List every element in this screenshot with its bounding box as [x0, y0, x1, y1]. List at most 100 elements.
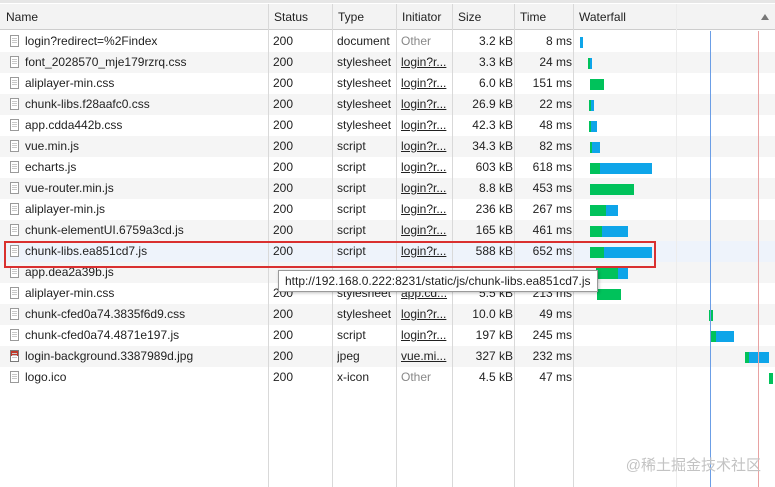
table-row[interactable]: vue-router.min.js 200 script login?r... 8.8 … — [0, 178, 775, 199]
request-initiator[interactable]: vue.mi... — [401, 346, 451, 367]
request-type: stylesheet — [337, 55, 392, 69]
column-header-type[interactable]: Type — [332, 4, 396, 30]
request-initiator[interactable]: login?r... — [401, 325, 451, 346]
file-icon — [10, 119, 19, 131]
waterfall-bar-waiting — [769, 373, 773, 384]
file-icon — [10, 371, 19, 383]
request-time: 232 ms — [532, 349, 572, 363]
table-row[interactable]: chunk-cfed0a74.4871e197.js 200 script login… — [0, 325, 775, 346]
table-row[interactable]: logo.ico 200 x-icon Other 4.5 kB 47 ms — [0, 367, 775, 388]
request-initiator[interactable]: login?r... — [401, 304, 451, 325]
request-name[interactable]: login-background.3387989d.jpg — [25, 346, 268, 367]
column-header-status[interactable]: Status — [268, 4, 332, 30]
request-type: script — [337, 202, 366, 216]
request-name[interactable]: chunk-elementUI.6759a3cd.js — [25, 220, 268, 241]
request-name[interactable]: chunk-cfed0a74.4871e197.js — [25, 325, 268, 346]
request-size: 26.9 kB — [472, 97, 513, 111]
file-icon — [10, 77, 19, 89]
waterfall-bar-download — [580, 37, 583, 48]
request-initiator[interactable]: login?r... — [401, 157, 451, 178]
waterfall-bar-download — [591, 100, 594, 111]
request-name[interactable]: vue.min.js — [25, 136, 268, 157]
request-name[interactable]: chunk-libs.f28aafc0.css — [25, 94, 268, 115]
request-size: 236 kB — [475, 202, 513, 216]
waterfall-bar-download — [716, 331, 734, 342]
sort-triangle-icon[interactable] — [761, 14, 769, 20]
column-header-initiator[interactable]: Initiator — [396, 4, 452, 30]
file-icon — [10, 308, 19, 320]
table-row[interactable]: chunk-elementUI.6759a3cd.js 200 script logi… — [0, 220, 775, 241]
column-header-time[interactable]: Time — [514, 4, 575, 30]
request-initiator[interactable]: login?r... — [401, 220, 451, 241]
request-size: 197 kB — [475, 328, 513, 342]
request-status: 200 — [273, 202, 294, 216]
table-row[interactable]: login?redirect=%2Findex 200 document Other 3… — [0, 31, 775, 52]
request-size: 3.3 kB — [478, 55, 513, 69]
request-status: 200 — [273, 34, 294, 48]
waterfall-gridline — [676, 4, 677, 487]
waterfall-bar-download — [606, 205, 618, 216]
file-icon — [10, 140, 19, 152]
request-type: x-icon — [337, 370, 370, 384]
column-header-name[interactable]: Name — [0, 4, 268, 30]
highlight-box — [4, 241, 656, 268]
request-initiator[interactable]: login?r... — [401, 136, 451, 157]
table-row[interactable]: chunk-libs.f28aafc0.css 200 stylesheet logi… — [0, 94, 775, 115]
waterfall-bar-download — [600, 163, 652, 174]
column-header-size[interactable]: Size — [452, 4, 513, 30]
request-initiator: Other — [401, 34, 432, 48]
request-initiator[interactable]: login?r... — [401, 94, 451, 115]
request-type: script — [337, 139, 366, 153]
column-header-waterfall[interactable]: Waterfall — [573, 4, 775, 30]
table-row[interactable]: vue.min.js 200 script login?r... 34.3 kB 82 m… — [0, 136, 775, 157]
file-icon — [10, 98, 19, 110]
waterfall-bar-waiting — [590, 163, 600, 174]
request-time: 82 ms — [539, 139, 572, 153]
file-icon — [10, 203, 19, 215]
request-status: 200 — [273, 76, 294, 90]
table-row[interactable]: login-background.3387989d.jpg 200 jpeg vue.… — [0, 346, 775, 367]
file-icon — [10, 287, 19, 299]
request-name[interactable]: font_2028570_mje179rzrq.css — [25, 52, 268, 73]
table-row[interactable]: echarts.js 200 script login?r... 603 kB 618 m… — [0, 157, 775, 178]
domcontentloaded-line — [710, 31, 711, 487]
waterfall-bar-download — [602, 226, 628, 237]
request-type: script — [337, 328, 366, 342]
request-size: 327 kB — [475, 349, 513, 363]
request-size: 6.0 kB — [478, 76, 513, 90]
table-row[interactable]: aliplayer-min.css 200 stylesheet login?r...… — [0, 73, 775, 94]
request-name[interactable]: chunk-cfed0a74.3835f6d9.css — [25, 304, 268, 325]
table-row[interactable]: font_2028570_mje179rzrq.css 200 stylesheet… — [0, 52, 775, 73]
request-status: 200 — [273, 55, 294, 69]
file-icon — [10, 224, 19, 236]
request-type: stylesheet — [337, 307, 392, 321]
table-row[interactable]: chunk-cfed0a74.3835f6d9.css 200 stylesheet… — [0, 304, 775, 325]
request-size: 10.0 kB — [472, 307, 513, 321]
request-initiator[interactable]: login?r... — [401, 52, 451, 73]
table-row[interactable]: aliplayer-min.js 200 script login?r... 236 k… — [0, 199, 775, 220]
waterfall-bar-download — [749, 352, 769, 363]
request-initiator[interactable]: login?r... — [401, 199, 451, 220]
request-time: 47 ms — [539, 370, 572, 384]
request-initiator[interactable]: login?r... — [401, 178, 451, 199]
waterfall-bar-waiting — [597, 289, 621, 300]
request-name[interactable]: vue-router.min.js — [25, 178, 268, 199]
request-name[interactable]: aliplayer-min.css — [25, 283, 268, 304]
waterfall-bar-download — [590, 58, 592, 69]
request-time: 22 ms — [539, 97, 572, 111]
request-initiator[interactable]: login?r... — [401, 73, 451, 94]
request-name[interactable]: login?redirect=%2Findex — [25, 31, 268, 52]
request-time: 245 ms — [532, 328, 572, 342]
request-name[interactable]: echarts.js — [25, 157, 268, 178]
request-name[interactable]: app.cdda442b.css — [25, 115, 268, 136]
request-initiator[interactable]: login?r... — [401, 115, 451, 136]
request-time: 618 ms — [532, 160, 572, 174]
request-size: 603 kB — [475, 160, 513, 174]
request-name[interactable]: logo.ico — [25, 367, 268, 388]
request-time: 267 ms — [532, 202, 572, 216]
request-name[interactable]: aliplayer-min.js — [25, 199, 268, 220]
file-icon — [10, 329, 19, 341]
request-name[interactable]: aliplayer-min.css — [25, 73, 268, 94]
table-row[interactable]: app.cdda442b.css 200 stylesheet login?r... 4… — [0, 115, 775, 136]
url-tooltip: http://192.168.0.222:8231/static/js/chun… — [278, 270, 598, 292]
